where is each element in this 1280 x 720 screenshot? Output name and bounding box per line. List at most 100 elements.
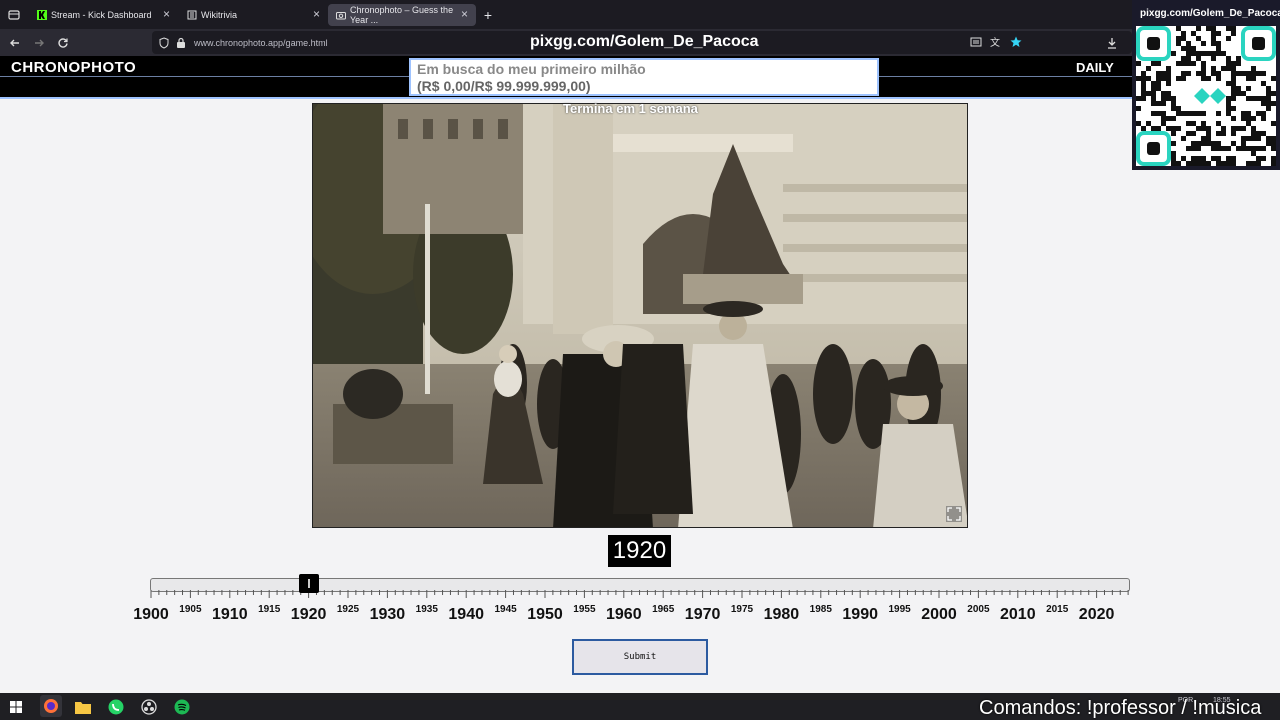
qr-module <box>1261 111 1266 116</box>
qr-module <box>1241 146 1246 151</box>
qr-module <box>1176 106 1181 111</box>
qr-module <box>1241 91 1246 96</box>
tab-wikitrivia[interactable]: Wikitrivia × <box>178 0 328 29</box>
qr-module <box>1161 101 1166 106</box>
url-text[interactable]: www.chronophoto.app/game.html <box>194 38 328 48</box>
qr-module <box>1191 31 1196 36</box>
tab-list-button[interactable] <box>0 0 28 29</box>
qr-module <box>1171 106 1176 111</box>
new-tab-button[interactable]: + <box>476 0 500 29</box>
wiki-icon <box>186 9 197 20</box>
whatsapp-icon[interactable] <box>107 698 124 715</box>
qr-module <box>1201 161 1206 166</box>
close-tab-icon[interactable]: × <box>163 8 170 20</box>
qr-module <box>1176 36 1181 41</box>
qr-module <box>1151 111 1156 116</box>
qr-module <box>1211 66 1216 71</box>
goal-ends-text: Termina em 1 semana <box>563 101 698 116</box>
year-slider-thumb[interactable] <box>298 574 319 593</box>
qr-module <box>1271 101 1276 106</box>
qr-module <box>1151 126 1156 131</box>
qr-module <box>1141 71 1146 76</box>
qr-code-image <box>1136 26 1276 166</box>
qr-module <box>1216 51 1221 56</box>
qr-module <box>1206 51 1211 56</box>
obs-icon[interactable] <box>140 698 157 715</box>
forward-arrow-icon <box>35 39 44 46</box>
qr-module <box>1231 86 1236 91</box>
qr-module <box>1221 51 1226 56</box>
file-explorer-icon[interactable] <box>74 698 91 715</box>
qr-module <box>1196 161 1201 166</box>
forward-button[interactable] <box>27 29 51 56</box>
qr-module <box>1196 111 1201 116</box>
qr-module <box>1136 61 1141 66</box>
qr-module <box>1251 71 1256 76</box>
downloads-button[interactable] <box>1100 29 1124 56</box>
back-button[interactable] <box>3 29 27 56</box>
year-label-major: 1950 <box>527 606 563 623</box>
qr-module <box>1261 131 1266 136</box>
qr-module <box>1231 161 1236 166</box>
reader-view-icon[interactable] <box>970 36 982 48</box>
daily-link[interactable]: DAILY <box>1076 60 1114 75</box>
qr-module <box>1271 91 1276 96</box>
historical-photo[interactable] <box>312 103 968 528</box>
reload-button[interactable] <box>51 29 75 56</box>
qr-module <box>1251 116 1256 121</box>
qr-module <box>1221 146 1226 151</box>
shield-icon[interactable] <box>158 36 170 49</box>
year-label-minor: 1935 <box>415 604 438 615</box>
year-label-major: 2020 <box>1078 606 1115 623</box>
qr-module <box>1231 96 1236 101</box>
qr-module <box>1201 71 1206 76</box>
bookmark-star-icon[interactable] <box>1010 36 1022 48</box>
qr-module <box>1146 121 1151 126</box>
qr-module <box>1196 146 1201 151</box>
qr-module <box>1181 156 1186 161</box>
qr-module <box>1196 156 1201 161</box>
back-arrow-icon <box>10 39 19 46</box>
qr-module <box>1191 121 1196 126</box>
fullscreen-icon[interactable] <box>946 506 962 522</box>
qr-module <box>1266 106 1271 111</box>
tab-label: Stream - Kick Dashboard <box>51 9 152 20</box>
firefox-icon[interactable] <box>40 695 62 717</box>
qr-module <box>1231 106 1236 111</box>
qr-module <box>1156 76 1161 81</box>
qr-module <box>1151 86 1156 91</box>
qr-module <box>1146 91 1151 96</box>
qr-module <box>1166 91 1171 96</box>
qr-module <box>1201 136 1206 141</box>
site-logo[interactable]: CHRONOPHOTO <box>11 59 136 76</box>
tab-kick[interactable]: Stream - Kick Dashboard × <box>28 0 178 29</box>
tab-strip: Stream - Kick Dashboard × Wikitrivia × C… <box>0 0 1280 29</box>
qr-module <box>1196 141 1201 146</box>
qr-module <box>1151 61 1156 66</box>
pix-url-overlay: pixgg.com/Golem_De_Pacoca <box>530 33 759 50</box>
goal-progress: (R$ 0,00/R$ 99.999.999,00) <box>417 78 591 94</box>
submit-button[interactable]: Submit <box>572 639 708 675</box>
year-label-major: 1910 <box>212 606 248 623</box>
qr-module <box>1166 71 1171 76</box>
lock-icon[interactable] <box>176 37 186 49</box>
translate-icon[interactable]: 文 <box>990 36 1002 48</box>
qr-module <box>1186 46 1191 51</box>
qr-module <box>1186 51 1191 56</box>
spotify-icon[interactable] <box>173 698 190 715</box>
qr-module <box>1226 66 1231 71</box>
qr-module <box>1226 56 1231 61</box>
close-tab-icon[interactable]: × <box>313 8 320 20</box>
kick-icon <box>36 9 47 20</box>
qr-module <box>1141 91 1146 96</box>
qr-module <box>1186 121 1191 126</box>
qr-module <box>1246 86 1251 91</box>
windows-start-icon[interactable] <box>7 698 24 715</box>
close-tab-icon[interactable]: × <box>461 8 468 20</box>
qr-module <box>1196 126 1201 131</box>
year-label-minor: 2015 <box>1046 604 1069 615</box>
tab-chronophoto[interactable]: Chronophoto – Guess the Year ... × <box>328 3 476 26</box>
qr-module <box>1241 116 1246 121</box>
qr-module <box>1181 136 1186 141</box>
qr-module <box>1271 141 1276 146</box>
